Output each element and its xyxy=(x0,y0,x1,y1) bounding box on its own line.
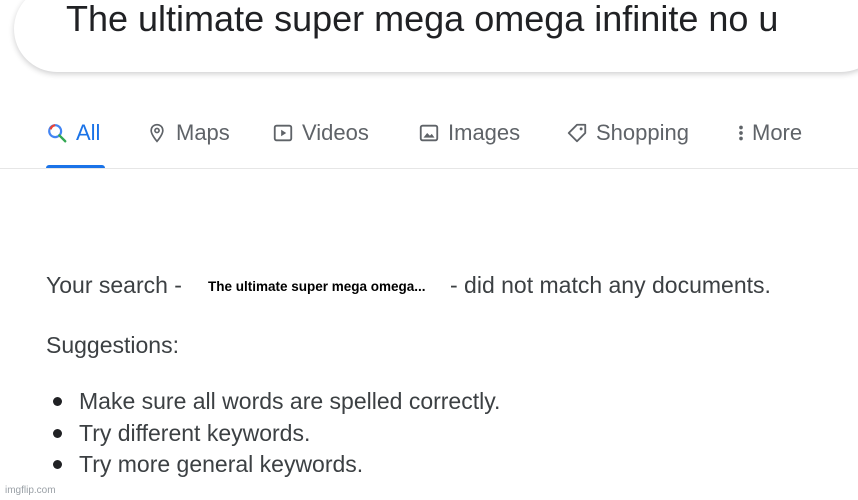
suggestion-text: Try more general keywords. xyxy=(79,451,364,477)
overlay-query-text: The ultimate super mega omega... xyxy=(206,279,428,294)
no-results-suffix: - did not match any documents. xyxy=(450,272,771,298)
suggestion-text: Try different keywords. xyxy=(79,419,311,446)
search-icon xyxy=(46,122,68,144)
suggestions-title: Suggestions: xyxy=(46,332,179,358)
image-icon xyxy=(418,122,440,144)
watermark: imgflip.com xyxy=(5,485,56,496)
bullet-icon xyxy=(53,428,62,438)
play-icon xyxy=(272,122,294,144)
tab-maps[interactable]: Maps xyxy=(146,120,230,146)
suggestion-text: Make sure all words are spelled correctl… xyxy=(79,388,501,414)
list-item: Make sure all words are spelled correctl… xyxy=(46,386,500,418)
tag-icon xyxy=(566,122,588,144)
no-results-prefix: Your search - xyxy=(46,272,182,298)
tab-videos[interactable]: Videos xyxy=(272,120,369,146)
bullet-icon xyxy=(53,397,62,406)
tab-label: All xyxy=(76,120,101,145)
tab-shopping[interactable]: Shopping xyxy=(566,120,689,146)
bullet-icon xyxy=(53,460,62,469)
tab-label: Shopping xyxy=(596,120,689,145)
tabs-divider xyxy=(0,168,858,169)
tab-label: Videos xyxy=(302,120,369,145)
list-item: Try different keywords. xyxy=(46,418,500,450)
tab-label: More xyxy=(752,120,803,145)
search-query[interactable]: The ultimate super mega omega infinite n… xyxy=(66,0,778,40)
tab-more[interactable]: More xyxy=(736,120,802,146)
map-pin-icon xyxy=(146,122,168,144)
suggestions-list: Make sure all words are spelled correctl… xyxy=(46,386,500,481)
tab-images[interactable]: Images xyxy=(418,120,520,146)
search-box[interactable]: The ultimate super mega omega infinite n… xyxy=(14,0,858,72)
tab-all[interactable]: All xyxy=(46,120,100,146)
tab-label: Maps xyxy=(176,120,230,145)
tab-label: Images xyxy=(448,120,521,145)
more-vertical-icon xyxy=(736,122,746,144)
search-tabs: All Maps Videos Images Shopping More xyxy=(0,110,858,170)
list-item: Try more general keywords. xyxy=(46,449,500,481)
